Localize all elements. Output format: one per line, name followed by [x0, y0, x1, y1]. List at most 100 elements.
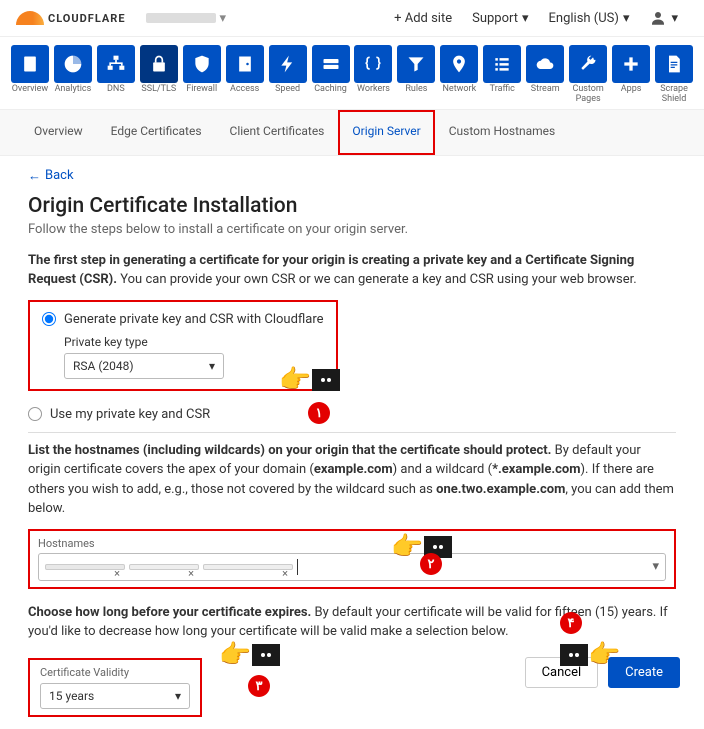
nav-label: Speed — [275, 85, 300, 95]
generate-with-cloudflare-radio[interactable]: Generate private key and CSR with Cloudf… — [42, 312, 324, 327]
nav-speed[interactable]: Speed — [268, 45, 308, 105]
list-icon — [483, 45, 521, 83]
nav-label: Rules — [405, 85, 427, 95]
radio-input[interactable] — [42, 312, 56, 326]
use-own-key-radio[interactable]: Use my private key and CSR — [28, 407, 676, 422]
annotation-pointer-1: 👈 — [280, 365, 340, 395]
language-menu[interactable]: English (US) ▾ — [549, 11, 630, 26]
hostnames-group: Hostnames ▾ — [28, 529, 676, 589]
nav-access[interactable]: Access — [225, 45, 265, 105]
annotation-pointer-3: 👈 — [220, 640, 280, 670]
nav-label: SSL/TLS — [141, 85, 176, 95]
nav-label: Network — [443, 85, 477, 95]
funnel-icon — [397, 45, 435, 83]
nav-caching[interactable]: Caching — [311, 45, 351, 105]
annotation-badge-1: ۱ — [308, 402, 330, 424]
tab-origin-server[interactable]: Origin Server — [338, 110, 434, 155]
nav-apps[interactable]: Apps — [611, 45, 651, 105]
nav-scrape-shield[interactable]: Scrape Shield — [654, 45, 694, 105]
nav-label: Custom Pages — [568, 85, 608, 105]
brand-text: CLOUDFLARE — [48, 12, 126, 25]
tab-edge-certificates[interactable]: Edge Certificates — [97, 110, 216, 155]
cloud-icon — [526, 45, 564, 83]
lock-icon — [140, 45, 178, 83]
pie-icon — [54, 45, 92, 83]
cloud-icon — [16, 11, 44, 25]
annotation-badge-2: ۲ — [420, 553, 442, 575]
radio-circle — [28, 407, 42, 421]
add-site-link[interactable]: + Add site — [394, 11, 452, 26]
nav-label: Traffic — [490, 85, 515, 95]
nav-label: Workers — [357, 85, 390, 95]
nav-label: Firewall — [186, 85, 217, 95]
text-cursor — [297, 559, 298, 575]
step2-text: List the hostnames (including wildcards)… — [28, 441, 676, 519]
chevron-down-icon: ▾ — [220, 11, 227, 26]
site-selector[interactable]: ▾ — [146, 11, 227, 26]
main-nav: Overview Analytics DNS SSL/TLS Firewall Acces… — [0, 37, 704, 109]
door-icon — [226, 45, 264, 83]
wrench-icon — [569, 45, 607, 83]
divider — [28, 432, 676, 433]
nav-label: Apps — [621, 85, 642, 95]
nav-label: Caching — [314, 85, 347, 95]
nav-analytics[interactable]: Analytics — [53, 45, 93, 105]
nav-label: DNS — [107, 85, 125, 95]
chevron-down-icon: ▾ — [652, 559, 659, 574]
private-key-type-select[interactable]: RSA (2048) ▾ — [64, 353, 224, 379]
select-value: 15 years — [49, 689, 94, 703]
nav-label: Scrape Shield — [654, 85, 694, 105]
nav-label: Analytics — [55, 85, 92, 95]
brand-logo[interactable]: CLOUDFLARE — [16, 11, 126, 25]
braces-icon — [354, 45, 392, 83]
nav-rules[interactable]: Rules — [396, 45, 436, 105]
back-link[interactable]: ← Back — [28, 168, 74, 184]
nav-traffic[interactable]: Traffic — [482, 45, 522, 105]
support-menu[interactable]: Support ▾ — [472, 11, 528, 26]
nav-network[interactable]: Network — [439, 45, 479, 105]
nav-firewall[interactable]: Firewall — [182, 45, 222, 105]
plus-icon — [612, 45, 650, 83]
tab-client-certificates[interactable]: Client Certificates — [216, 110, 339, 155]
validity-select[interactable]: 15 years ▾ — [40, 683, 190, 709]
radio-label: Use my private key and CSR — [50, 407, 210, 422]
annotation-badge-3: ۳ — [248, 675, 270, 697]
site-name-redacted — [146, 13, 216, 23]
pin-icon — [440, 45, 478, 83]
nav-overview[interactable]: Overview — [10, 45, 50, 105]
page-subtitle: Follow the steps below to install a cert… — [28, 222, 676, 237]
top-header: CLOUDFLARE ▾ + Add site Support ▾ Englis… — [0, 0, 704, 37]
tree-icon — [97, 45, 135, 83]
hostname-chip[interactable] — [203, 564, 293, 570]
page-title: Origin Certificate Installation — [28, 194, 676, 218]
select-value: RSA (2048) — [73, 359, 134, 373]
nav-label: Overview — [12, 85, 48, 95]
hostname-chip[interactable] — [129, 564, 199, 570]
file-icon — [11, 45, 49, 83]
drive-icon — [312, 45, 350, 83]
annotation-badge-4: ۴ — [560, 612, 582, 634]
nav-label: Access — [230, 85, 259, 95]
account-menu[interactable]: ▾ — [649, 8, 678, 28]
shield-icon — [183, 45, 221, 83]
nav-stream[interactable]: Stream — [525, 45, 565, 105]
nav-label: Stream — [531, 85, 560, 95]
nav-dns[interactable]: DNS — [96, 45, 136, 105]
hostname-chip[interactable] — [45, 564, 125, 570]
annotation-pointer-4: 👉 — [560, 640, 620, 670]
bolt-icon — [269, 45, 307, 83]
hostnames-input[interactable]: ▾ — [38, 553, 666, 581]
step1-text: The first step in generating a certifica… — [28, 251, 676, 290]
chevron-down-icon: ▾ — [209, 359, 215, 373]
tab-overview[interactable]: Overview — [20, 110, 97, 155]
nav-ssl-tls[interactable]: SSL/TLS — [139, 45, 179, 105]
chevron-down-icon: ▾ — [175, 689, 181, 703]
nav-workers[interactable]: Workers — [354, 45, 394, 105]
tab-custom-hostnames[interactable]: Custom Hostnames — [435, 110, 570, 155]
subtabs: OverviewEdge CertificatesClient Certific… — [0, 109, 704, 156]
validity-label: Certificate Validity — [40, 666, 190, 679]
doc-icon — [655, 45, 693, 83]
validity-group: Certificate Validity 15 years ▾ — [28, 658, 202, 717]
nav-custom-pages[interactable]: Custom Pages — [568, 45, 608, 105]
hostnames-label: Hostnames — [38, 537, 666, 550]
